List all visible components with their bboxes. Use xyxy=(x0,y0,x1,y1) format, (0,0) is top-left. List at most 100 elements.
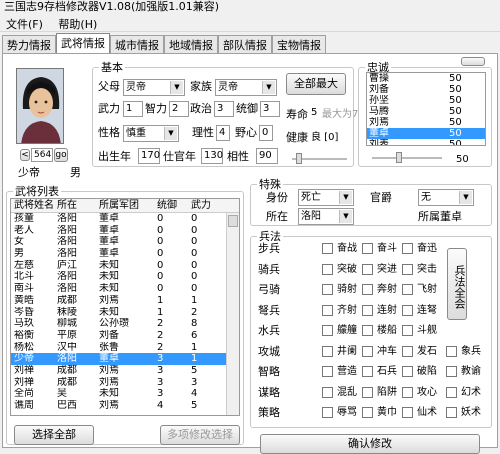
bingfa-checkbox[interactable] xyxy=(322,366,333,377)
location-select[interactable]: 洛阳 ▼ xyxy=(298,208,354,225)
bingfa-checkbox[interactable] xyxy=(322,325,333,336)
shi-field[interactable]: 130 xyxy=(201,148,223,164)
tab-officer[interactable]: 武将情报 xyxy=(56,33,110,53)
bingfa-checkbox[interactable] xyxy=(362,243,373,254)
loyalty-slider[interactable] xyxy=(372,151,442,163)
bingfa-checkbox[interactable] xyxy=(402,366,413,377)
all-bingfa-button[interactable]: 兵法全会 xyxy=(447,248,467,320)
table-row[interactable]: 老人 洛阳 董卓 0 0 xyxy=(11,225,239,237)
bingfa-checkbox[interactable] xyxy=(322,284,333,295)
bingfa-checkbox[interactable] xyxy=(362,386,373,398)
col-tongyu-header[interactable]: 统御 xyxy=(157,199,191,213)
tab-region[interactable]: 地域情报 xyxy=(164,35,218,53)
table-row[interactable]: 孩童 洛阳 董卓 0 0 xyxy=(11,213,239,225)
select-all-button[interactable]: 选择全部 xyxy=(14,425,94,445)
bingfa-checkbox[interactable] xyxy=(402,386,413,398)
table-row[interactable]: 南斗 洛阳 未知 0 0 xyxy=(11,283,239,295)
col-corps-header[interactable]: 所属军团 xyxy=(99,199,157,213)
zhengzhi-field[interactable]: 3 xyxy=(214,101,234,117)
table-row-selected[interactable]: 少帝 洛阳 董卓 3 1 xyxy=(11,353,239,365)
table-row[interactable]: 北斗 洛阳 未知 0 0 xyxy=(11,271,239,283)
bingfa-checkbox[interactable] xyxy=(402,243,413,254)
family-select[interactable]: 灵帝 ▼ xyxy=(215,79,277,96)
bingfa-checkbox[interactable] xyxy=(362,407,373,418)
table-row[interactable]: 刘禅 成都 刘焉 3 5 xyxy=(11,365,239,377)
loyalty-collapse-button[interactable] xyxy=(461,57,485,66)
father-select[interactable]: 灵帝 ▼ xyxy=(123,79,185,96)
table-row[interactable]: 男 洛阳 董卓 0 0 xyxy=(11,248,239,260)
loyalty-item-selected[interactable]: 董卓 50 xyxy=(367,128,485,139)
bingfa-checkbox[interactable] xyxy=(322,304,333,316)
tab-force[interactable]: 势力情报 xyxy=(2,35,56,53)
go-button[interactable]: go xyxy=(54,148,68,162)
table-row[interactable]: 黄皓 成都 刘焉 1 1 xyxy=(11,295,239,307)
bingfa-checkbox[interactable] xyxy=(362,345,373,357)
max-all-button[interactable]: 全部最大 xyxy=(286,73,346,95)
tab-army[interactable]: 部队情报 xyxy=(218,35,272,53)
prev-button[interactable]: < xyxy=(20,149,30,161)
tongyu-field[interactable]: 3 xyxy=(260,101,280,117)
health-slider[interactable] xyxy=(292,152,347,164)
col-name-header[interactable]: 武将姓名 xyxy=(11,199,57,213)
bingfa-checkbox[interactable] xyxy=(322,263,333,275)
bingfa-checkbox[interactable] xyxy=(446,366,457,377)
bingfa-checkbox[interactable] xyxy=(362,263,373,275)
xingge-select[interactable]: 慎重 ▼ xyxy=(123,125,179,142)
bingfa-checkbox[interactable] xyxy=(402,345,413,357)
bingfa-checkbox[interactable] xyxy=(402,284,413,295)
table-row[interactable]: 裕衡 平原 刘备 2 6 xyxy=(11,330,239,342)
bingfa-checkbox[interactable] xyxy=(322,345,333,357)
table-row[interactable]: 谯周 巴西 刘焉 4 5 xyxy=(11,400,239,412)
identity-select[interactable]: 死亡 ▼ xyxy=(298,189,354,206)
life-field[interactable]: 5 xyxy=(309,106,321,122)
table-row[interactable]: 左慈 庐江 未知 0 0 xyxy=(11,260,239,272)
bingfa-checkbox[interactable] xyxy=(402,407,413,418)
birth-field[interactable]: 170 xyxy=(138,148,160,164)
menu-help[interactable]: 帮助(H) xyxy=(52,14,103,34)
loyalty-item[interactable]: 曹操 50 xyxy=(367,73,485,84)
loyalty-item[interactable]: 刘表 50 xyxy=(367,139,485,145)
loyalty-list[interactable]: 曹操 50 刘备 50 孙坚 50 马腾 50 刘焉 50 董卓 50 刘表 50 xyxy=(366,72,486,146)
tab-treasure[interactable]: 宝物情报 xyxy=(272,35,326,53)
official-select[interactable]: 无 ▼ xyxy=(418,189,474,206)
cell-corps: 刘焉 xyxy=(99,294,119,306)
loyalty-item[interactable]: 马腾 50 xyxy=(367,106,485,117)
menu-file[interactable]: 文件(F) xyxy=(0,14,49,34)
wuli-field[interactable]: 1 xyxy=(123,101,143,117)
table-scrollbar[interactable] xyxy=(226,213,239,415)
xiangxing-field[interactable]: 90 xyxy=(256,148,278,164)
officer-table[interactable]: 武将姓名 所在 所属军团 统御 武力 孩童 洛阳 董卓 0 0 老人 洛阳 董卓 0 0 女洛阳 董卓 0 0 男洛… xyxy=(10,198,240,416)
bingfa-checkbox[interactable] xyxy=(402,325,413,336)
yexin-field[interactable]: 0 xyxy=(259,125,273,141)
table-row[interactable]: 刘禅 成都 刘焉 3 3 xyxy=(11,377,239,389)
multi-edit-button[interactable]: 多项修改选择 xyxy=(160,425,240,445)
table-row[interactable]: 全尚 吴 未知 3 4 xyxy=(11,388,239,400)
table-row[interactable]: 岑昏 秣陵 未知 1 2 xyxy=(11,307,239,319)
bingfa-skill-label: 楼船 xyxy=(377,325,397,336)
lixing-field[interactable]: 4 xyxy=(216,125,230,141)
bingfa-checkbox[interactable] xyxy=(362,304,373,316)
bingfa-checkbox[interactable] xyxy=(362,366,373,377)
loyalty-item[interactable]: 刘备 50 xyxy=(367,84,485,95)
col-wuli-header[interactable]: 武力 xyxy=(191,199,221,213)
bingfa-checkbox[interactable] xyxy=(402,304,413,316)
bingfa-checkbox[interactable] xyxy=(362,325,373,336)
bingfa-checkbox[interactable] xyxy=(446,345,457,357)
table-row[interactable]: 马玖 柳城 公孙瓒 2 8 xyxy=(11,318,239,330)
col-location-header[interactable]: 所在 xyxy=(57,199,99,213)
loyalty-item[interactable]: 孙坚 50 xyxy=(367,95,485,106)
table-row[interactable]: 女 洛阳 董卓 0 0 xyxy=(11,236,239,248)
bingfa-checkbox[interactable] xyxy=(322,407,333,418)
table-row[interactable]: 杨松 汉中 张鲁 2 1 xyxy=(11,342,239,354)
bingfa-checkbox[interactable] xyxy=(446,407,457,418)
officer-id-field[interactable]: 564 xyxy=(31,148,53,162)
loyalty-item[interactable]: 刘焉 50 xyxy=(367,117,485,128)
bingfa-checkbox[interactable] xyxy=(322,386,333,398)
bingfa-checkbox[interactable] xyxy=(402,263,413,275)
bingfa-checkbox[interactable] xyxy=(322,243,333,254)
confirm-modify-button[interactable]: 确认修改 xyxy=(260,434,480,454)
zhili-field[interactable]: 2 xyxy=(169,101,189,117)
bingfa-checkbox[interactable] xyxy=(446,386,457,398)
tab-city[interactable]: 城市情报 xyxy=(110,35,164,53)
bingfa-checkbox[interactable] xyxy=(362,284,373,295)
